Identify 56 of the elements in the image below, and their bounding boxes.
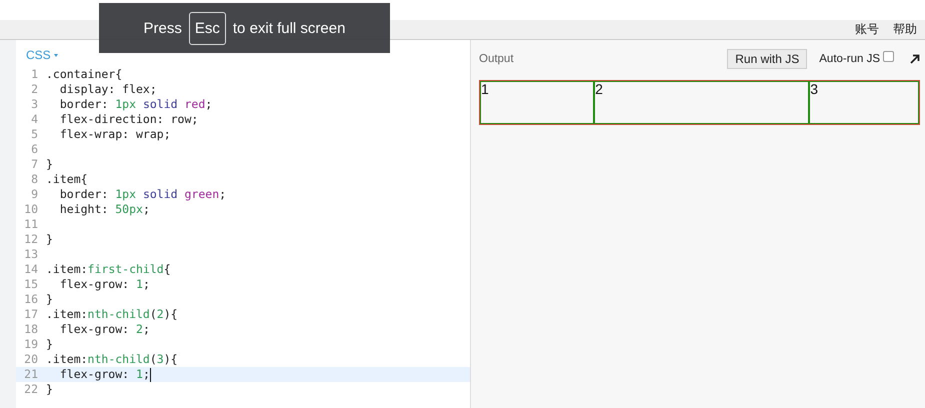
code-line: flex-wrap: wrap;: [58, 127, 171, 142]
line-number: 16: [23, 292, 39, 307]
line-number: 3: [30, 97, 39, 112]
toast-text: to exit full screen: [232, 20, 346, 36]
checkbox[interactable]: [883, 50, 894, 62]
code-line: height: 50px;: [58, 202, 150, 217]
run-button[interactable]: Run with JS: [727, 49, 808, 69]
line-number: 9: [30, 187, 39, 202]
menu-item[interactable]: 帮助: [893, 21, 917, 38]
line-number: 12: [23, 232, 39, 247]
line-number: 13: [23, 247, 39, 262]
line-number: 11: [23, 217, 39, 232]
code-line: flex-grow: 1;: [58, 367, 150, 382]
code-line: flex-grow: 2;: [58, 322, 150, 337]
line-number: 15: [23, 277, 39, 292]
code-line: border: 1px solid red;: [58, 97, 212, 112]
line-number: 22: [23, 382, 39, 397]
flex-item: 1: [480, 81, 594, 124]
code-line: .item{: [46, 172, 88, 187]
line-number: 2: [30, 82, 39, 97]
line-number: 10: [23, 202, 39, 217]
line-number: 20: [23, 352, 39, 367]
caret-icon: [54, 54, 58, 56]
line-number: 4: [30, 112, 39, 127]
line-number: 18: [23, 322, 39, 337]
flex-item: 2: [594, 81, 810, 124]
code-line: }: [46, 337, 53, 352]
line-number: 14: [23, 262, 39, 277]
code-line: border: 1px solid green;: [58, 187, 226, 202]
arrow-icon[interactable]: [910, 54, 920, 64]
key-label: Esc: [188, 12, 226, 44]
text-cursor: [150, 368, 151, 382]
menu-item[interactable]: 账号: [855, 21, 879, 38]
line-number: 5: [30, 127, 39, 142]
panel-title: Output: [479, 53, 514, 65]
toast-text: Press: [144, 20, 182, 36]
code-line: .item:nth-child(2){: [46, 307, 178, 322]
code-line: flex-direction: row;: [58, 112, 198, 127]
line-number: 21: [23, 367, 39, 382]
line-number: 7: [30, 157, 39, 172]
code-line: .item:nth-child(3){: [46, 352, 178, 367]
flex-item: 3: [809, 81, 919, 124]
line-number: 17: [23, 307, 39, 322]
line-number: 1: [30, 67, 39, 82]
line-number: 6: [30, 142, 39, 157]
code-line: }: [46, 232, 53, 247]
code-line: .container{: [46, 67, 122, 82]
code-line: .item:first-child{: [46, 262, 171, 277]
code-line: flex-grow: 1;: [58, 277, 150, 292]
code-line: display: flex;: [58, 82, 157, 97]
code-line: }: [46, 157, 53, 172]
line-number: 8: [30, 172, 39, 187]
line-number: 19: [23, 337, 39, 352]
code-line: }: [46, 292, 53, 307]
code-line: }: [46, 382, 53, 397]
checkbox-label: Auto-run JS: [819, 53, 880, 65]
